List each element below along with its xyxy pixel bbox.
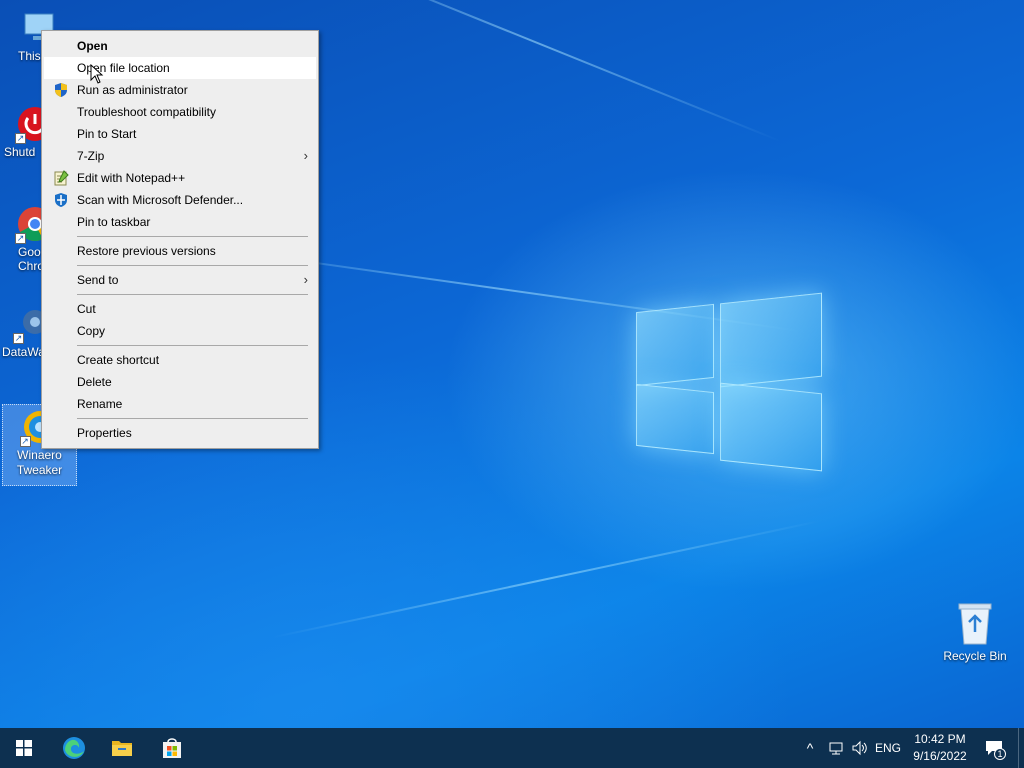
menu-item-label: Cut <box>77 302 96 316</box>
menu-item-label: Open <box>77 39 108 53</box>
menu-item-label: Pin to taskbar <box>77 215 151 229</box>
menu-item-label: Properties <box>77 426 132 440</box>
folder-icon <box>112 741 132 756</box>
menu-item-label: Restore previous versions <box>77 244 216 258</box>
submenu-arrow-icon: › <box>303 148 308 163</box>
context-menu: Open Open file location Run as administr… <box>41 30 319 449</box>
taskbar-store-button[interactable] <box>148 728 196 768</box>
menu-item-open-file-location[interactable]: Open file location <box>44 57 316 79</box>
menu-item-label: Rename <box>77 397 123 411</box>
menu-item-restore-previous-versions[interactable]: Restore previous versions <box>44 240 316 262</box>
recycle-bin-icon <box>955 600 995 646</box>
desktop-icon-label: Winaero Tweaker <box>16 448 63 477</box>
clock-date: 9/16/2022 <box>913 749 967 763</box>
menu-separator <box>44 342 316 349</box>
menu-item-label: Pin to Start <box>77 127 137 141</box>
menu-item-7-zip[interactable]: 7-Zip › <box>44 145 316 167</box>
uac-shield-icon <box>53 82 69 98</box>
show-desktop-button[interactable] <box>1018 728 1024 768</box>
menu-item-label: Edit with Notepad++ <box>77 171 186 185</box>
light-beam <box>272 520 821 639</box>
menu-separator <box>44 262 316 269</box>
desktop-icon-recycle-bin[interactable]: Recycle Bin <box>940 600 1010 663</box>
taskbar-file-explorer-button[interactable] <box>98 728 146 768</box>
menu-item-properties[interactable]: Properties <box>44 422 316 444</box>
menu-item-cut[interactable]: Cut <box>44 298 316 320</box>
windows-logo-wallpaper <box>636 290 824 480</box>
light-beam <box>297 0 781 142</box>
taskbar-edge-button[interactable] <box>50 728 98 768</box>
menu-item-label: Send to <box>77 273 119 287</box>
microsoft-store-icon <box>163 738 181 758</box>
network-icon-glyph <box>829 742 843 755</box>
menu-item-edit-with-notepad-plus-plus[interactable]: Edit with Notepad++ <box>44 167 316 189</box>
menu-separator <box>44 233 316 240</box>
shortcut-arrow-icon: ↗ <box>19 436 31 447</box>
notepad-plus-icon <box>53 170 69 186</box>
menu-item-label: Create shortcut <box>77 353 160 367</box>
clock-time: 10:42 PM <box>914 732 966 746</box>
menu-item-label: Troubleshoot compatibility <box>77 105 216 119</box>
menu-item-label: Copy <box>77 324 106 338</box>
shortcut-arrow-icon: ↗ <box>15 233 26 244</box>
start-button[interactable] <box>0 728 48 768</box>
desktop-icon-label: Goo Chro <box>18 245 45 273</box>
menu-item-pin-to-taskbar[interactable]: Pin to taskbar <box>44 211 316 233</box>
taskbar: ^ ENG 10:42 PM 9/16/2022 1 <box>0 728 1024 768</box>
menu-item-scan-with-defender[interactable]: Scan with Microsoft Defender... <box>44 189 316 211</box>
windows-logo-icon <box>16 740 32 756</box>
shortcut-arrow-icon: ↗ <box>13 333 24 344</box>
menu-item-open[interactable]: Open <box>44 35 316 57</box>
shortcut-arrow-icon: ↗ <box>15 133 26 144</box>
menu-item-label: Run as administrator <box>77 83 188 97</box>
menu-item-delete[interactable]: Delete <box>44 371 316 393</box>
menu-item-send-to[interactable]: Send to › <box>44 269 316 291</box>
menu-item-troubleshoot-compatibility[interactable]: Troubleshoot compatibility <box>44 101 316 123</box>
menu-item-label: 7-Zip <box>77 149 105 163</box>
menu-separator <box>44 291 316 298</box>
edge-icon <box>63 737 85 759</box>
menu-item-pin-to-start[interactable]: Pin to Start <box>44 123 316 145</box>
menu-separator <box>44 415 316 422</box>
volume-icon[interactable] <box>848 728 872 768</box>
notification-count-badge: 1 <box>994 748 1006 760</box>
menu-item-create-shortcut[interactable]: Create shortcut <box>44 349 316 371</box>
speaker-icon <box>852 740 867 756</box>
mouse-cursor-icon <box>90 64 104 84</box>
menu-item-run-as-administrator[interactable]: Run as administrator <box>44 79 316 101</box>
menu-item-copy[interactable]: Copy <box>44 320 316 342</box>
action-center-button[interactable]: 1 <box>980 728 1008 768</box>
show-hidden-icons-button[interactable]: ^ <box>800 728 820 768</box>
input-language-indicator[interactable]: ENG <box>872 728 904 768</box>
taskbar-clock[interactable]: 10:42 PM 9/16/2022 <box>904 731 976 765</box>
menu-item-label: Delete <box>77 375 112 389</box>
menu-item-rename[interactable]: Rename <box>44 393 316 415</box>
defender-icon <box>53 192 69 208</box>
network-icon[interactable] <box>824 728 848 768</box>
desktop-icon-label: Recycle Bin <box>943 649 1007 663</box>
submenu-arrow-icon: › <box>303 272 308 287</box>
menu-item-label: Scan with Microsoft Defender... <box>77 193 244 207</box>
